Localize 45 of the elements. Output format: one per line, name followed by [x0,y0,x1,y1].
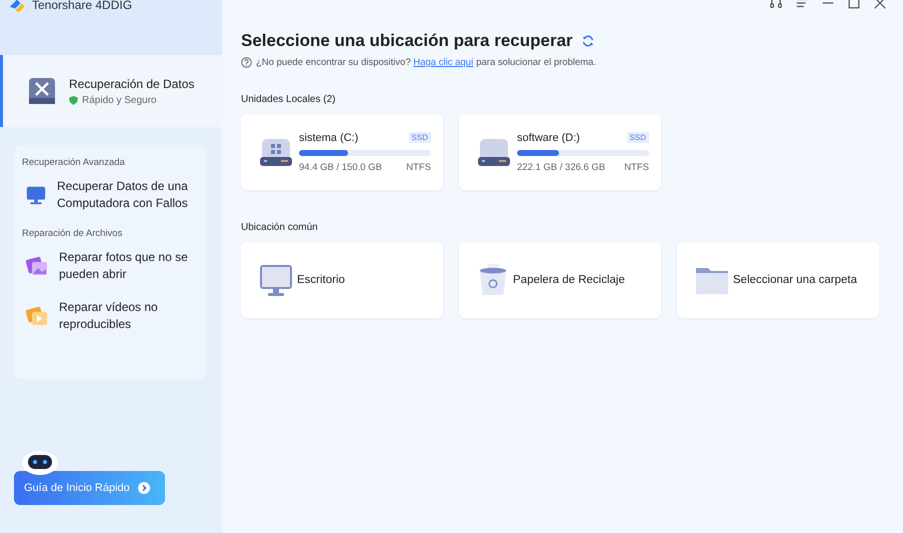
close-icon[interactable] [873,0,887,10]
section-heading: Recuperación Avanzada [22,157,126,168]
sidebar-item[interactable]: Reparar vídeos no reproducibles [25,299,199,333]
video-icon [25,304,49,328]
page-title: Seleccione una ubicación para recuperar [241,31,573,51]
help-link[interactable]: Haga clic aquí [413,57,474,68]
drive-usage: 94.4 GB / 150.0 GB [299,162,382,172]
tools-icon [27,76,57,106]
chevron-icon [138,482,150,494]
drive-name: software (D:) [517,132,580,144]
sidebar-item[interactable]: Recuperar Datos de una Computadora con Fallos [25,178,199,212]
drive-card[interactable]: sistema (C:) SSD 94.4 GB / 150.0 GB NTFS [241,114,443,190]
location-card[interactable]: Papelera de Reciclaje [459,242,661,318]
item-title: Recuperación de Datos [69,76,194,90]
item-subtitle: Rápido y Seguro [82,94,156,106]
help-text: ¿No puede encontrar su dispositivo? Haga clic aquí para solucionar el problema. [256,57,596,68]
help-icon [241,57,252,68]
photo-icon [25,254,49,278]
trash-icon [477,263,509,297]
headset-icon[interactable] [769,0,783,10]
drive-type-tag: SSD [408,132,431,143]
drive-name: sistema (C:) [299,132,358,144]
location-card[interactable]: Escritorio [241,242,443,318]
section-heading: Ubicación común [241,222,319,233]
app-title: Tenorshare 4DDIG [32,0,132,12]
monitor-icon [259,263,293,297]
drive-card[interactable]: software (D:) SSD 222.1 GB / 326.6 GB NTFS [459,114,661,190]
section-heading: Reparación de Archivos [22,228,124,239]
quick-start-button[interactable]: Guía de Inicio Rápido [14,471,165,505]
logo-icon [8,0,26,14]
file-system: NTFS [624,162,649,172]
monitor-icon [25,184,47,206]
file-system: NTFS [406,162,431,172]
sidebar-item[interactable]: Reparar fotos que no se pueden abrir [25,249,199,283]
shield-icon [69,96,78,104]
location-label: Seleccionar una carpeta [733,274,858,286]
refresh-icon[interactable] [580,34,595,48]
sidebar-item[interactable]: Recuperación de Datos Rápido y Seguro [0,55,222,127]
maximize-icon[interactable] [847,0,861,10]
drive-usage: 222.1 GB / 326.6 GB [517,162,606,172]
section-heading: Unidades Locales (2) [241,94,336,105]
drive-type-tag: SSD [626,132,649,143]
location-label: Papelera de Reciclaje [513,274,625,286]
location-card[interactable]: Seleccionar una carpeta [677,242,879,318]
location-label: Escritorio [297,274,345,286]
